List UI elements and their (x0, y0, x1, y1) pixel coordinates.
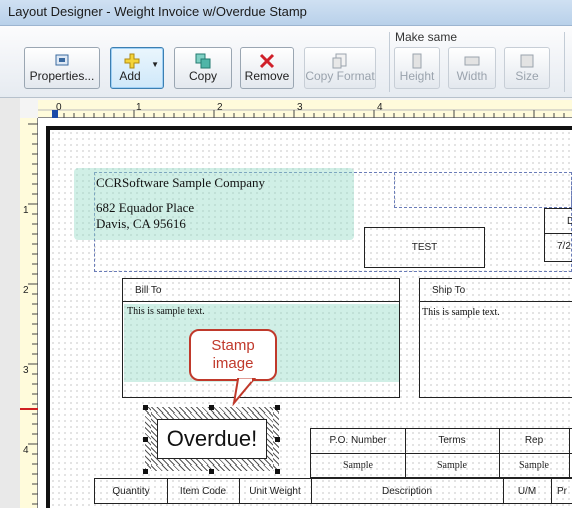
quantity-header: Quantity (112, 486, 150, 497)
ruler-mark-v1: 1 (23, 205, 29, 216)
bill-to-title: Bill To (135, 285, 162, 296)
ruler-mark-4: 4 (377, 102, 383, 113)
callout-line-2: image (212, 355, 254, 372)
po-number-value: Sample (343, 460, 373, 471)
same-width-button[interactable]: Width (448, 47, 496, 89)
ruler-mark-3: 3 (297, 102, 303, 113)
toolbar: Properties... ▼ Add Copy Remove Copy For… (0, 26, 572, 98)
po-number-header: P.O. Number (329, 435, 387, 446)
company-address-line1: 682 Equador Place (96, 200, 195, 215)
bill-to-sample-text: This is sample text. (127, 306, 205, 317)
vertical-ruler[interactable]: 1 2 3 4 (20, 118, 38, 508)
resize-handle[interactable] (143, 437, 148, 442)
add-label: Add (119, 69, 141, 83)
ship-to-divider (420, 301, 572, 302)
table-divider (545, 233, 572, 234)
make-same-group-label: Make same (395, 30, 458, 44)
plus-icon (124, 53, 140, 69)
chevron-down-icon[interactable]: ▼ (151, 60, 159, 69)
test-label: TEST (411, 242, 438, 253)
copy-format-label: Copy Format (305, 69, 375, 83)
po-terms-table[interactable]: P.O. Number Terms Rep Sample Sample Samp… (310, 428, 572, 478)
width-icon (464, 56, 480, 66)
rep-header: Rep (524, 435, 544, 446)
ruler-ticks (38, 109, 572, 118)
bill-to-divider (123, 301, 399, 302)
ruler-mark-2: 2 (217, 102, 223, 113)
stamp-image-callout: Stamp image (189, 329, 277, 381)
resize-handle[interactable] (209, 469, 214, 474)
unit-weight-header: Unit Weight (249, 486, 301, 497)
copy-format-icon (332, 53, 347, 69)
um-header: U/M (517, 486, 537, 497)
invoice-date-table[interactable]: D 7/2 (544, 208, 572, 262)
same-size-button[interactable]: Size (504, 47, 550, 89)
copy-button[interactable]: Copy (174, 47, 232, 89)
ruler-mark-v4: 4 (23, 445, 29, 456)
ruler-marker[interactable] (52, 110, 58, 118)
resize-handle[interactable] (275, 405, 280, 410)
left-margin-strip (0, 98, 20, 508)
copy-icon (195, 53, 211, 69)
close-icon (259, 53, 275, 69)
ship-to-title: Ship To (432, 285, 466, 296)
same-height-button[interactable]: Height (394, 47, 440, 89)
callout-line-1: Stamp (211, 337, 255, 354)
copy-label: Copy (188, 69, 217, 83)
overdue-stamp-text: Overdue! (157, 419, 267, 459)
item-code-header: Item Code (179, 486, 227, 497)
items-table-header[interactable]: Quantity Item Code Unit Weight Descripti… (94, 478, 572, 504)
size-icon (520, 54, 534, 68)
resize-handle[interactable] (209, 405, 214, 410)
callout-pointer (232, 378, 257, 406)
properties-icon (55, 54, 69, 66)
toolbar-separator (389, 32, 390, 92)
window-title: Layout Designer - Weight Invoice w/Overd… (8, 4, 307, 19)
ruler-mark-1: 1 (136, 102, 142, 113)
remove-label: Remove (244, 69, 290, 83)
properties-button[interactable]: Properties... (24, 47, 100, 89)
company-address-line2: Davis, CA 95616 (96, 216, 186, 231)
resize-handle[interactable] (275, 469, 280, 474)
width-label: Width (456, 69, 488, 83)
terms-value: Sample (437, 460, 467, 471)
size-label: Size (515, 69, 539, 83)
terms-header: Terms (438, 435, 466, 446)
title-bar: Layout Designer - Weight Invoice w/Overd… (0, 0, 572, 26)
ruler-position-marker (20, 408, 38, 410)
height-icon (412, 53, 422, 69)
copy-format-button[interactable]: Copy Format (304, 47, 376, 89)
remove-button[interactable]: Remove (240, 47, 294, 89)
toolbar-separator (564, 32, 565, 92)
resize-handle[interactable] (143, 405, 148, 410)
resize-handle[interactable] (143, 469, 148, 474)
rep-value: Sample (519, 460, 549, 471)
resize-handle[interactable] (275, 437, 280, 442)
add-button[interactable]: ▼ Add (110, 47, 164, 89)
table-divider (569, 429, 570, 477)
date-header-partial: D (567, 216, 572, 227)
header-right-field[interactable] (394, 172, 572, 208)
ruler-mark-v3: 3 (23, 365, 29, 376)
ship-to-box[interactable]: Ship To This is sample text. (419, 278, 572, 398)
overdue-stamp[interactable]: Overdue! (145, 407, 279, 471)
table-divider (311, 453, 572, 454)
horizontal-ruler[interactable]: 0 1 2 3 4 (38, 100, 572, 118)
description-header: Description (381, 486, 433, 497)
properties-label: Properties... (29, 69, 95, 83)
ruler-mark-v2: 2 (23, 285, 29, 296)
company-name: CCRSoftware Sample Company (96, 175, 265, 190)
price-header-partial: Pr (557, 486, 567, 497)
height-label: Height (399, 69, 435, 83)
test-field[interactable]: TEST (364, 227, 485, 268)
ship-to-sample-text: This is sample text. (422, 307, 500, 318)
date-value-partial: 7/2 (557, 241, 571, 252)
